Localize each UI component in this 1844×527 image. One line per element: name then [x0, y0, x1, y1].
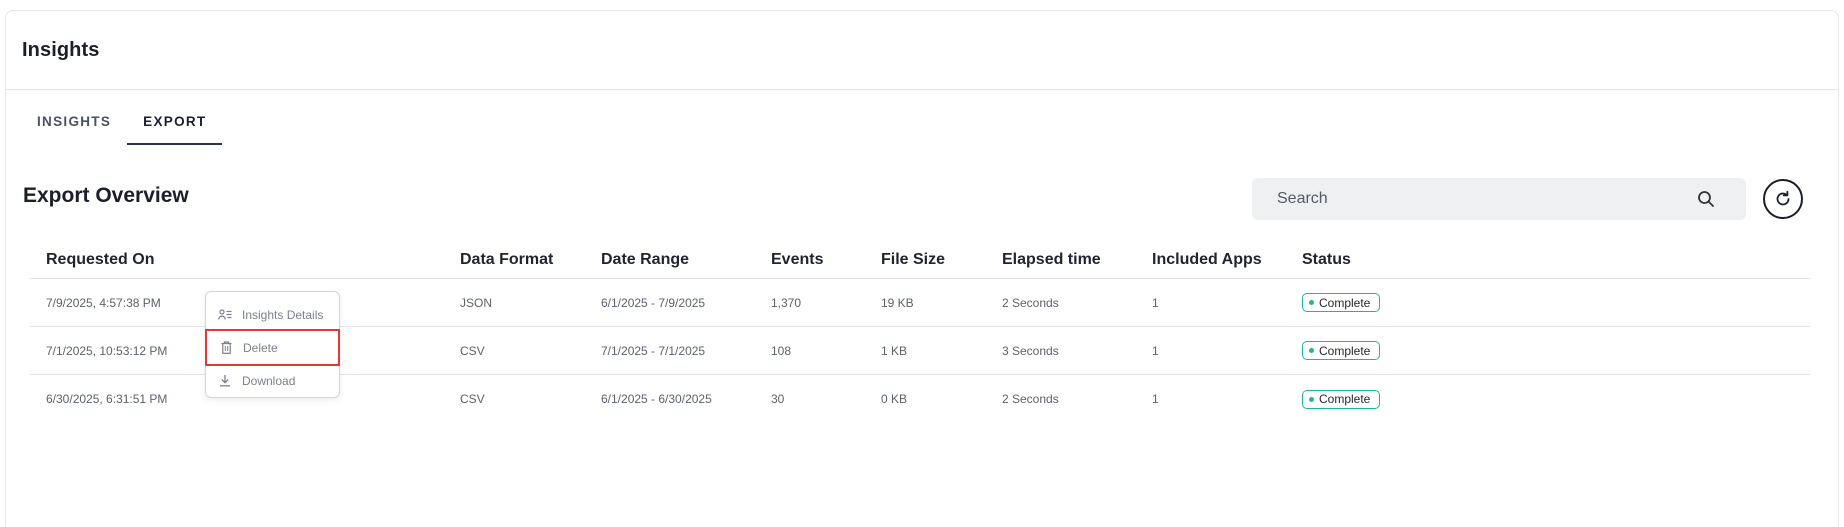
status-dot-icon: [1309, 300, 1314, 305]
menu-item-label: Download: [242, 373, 296, 388]
status-dot-icon: [1309, 396, 1314, 402]
cell-date-range: 6/1/2025 - 6/30/2025: [601, 392, 712, 406]
search-icon[interactable]: [1696, 189, 1716, 209]
row-context-menu: Insights Details Delete Download: [205, 291, 340, 398]
status-label: Complete: [1319, 343, 1371, 358]
col-data-format: Data Format: [460, 250, 554, 268]
col-included-apps: Included Apps: [1152, 250, 1262, 268]
col-requested-on: Requested On: [46, 250, 155, 268]
status-badge: Complete: [1302, 389, 1381, 409]
page-title: Insights: [22, 38, 100, 61]
cell-date-range: 7/1/2025 - 7/1/2025: [601, 343, 706, 358]
tab-insights[interactable]: INSIGHTS: [21, 100, 127, 145]
menu-item-delete[interactable]: Delete: [205, 329, 340, 366]
cell-data-format: CSV: [460, 343, 485, 358]
user-details-icon: [218, 308, 232, 322]
cell-included-apps: 1: [1152, 343, 1159, 358]
trash-icon: [219, 341, 233, 355]
menu-item-download[interactable]: Download: [206, 364, 339, 397]
col-date-range: Date Range: [601, 250, 690, 268]
cell-date-range: 6/1/2025 - 7/9/2025: [601, 295, 706, 310]
col-events: Events: [771, 250, 824, 268]
cell-file-size: 1 KB: [881, 343, 908, 358]
cell-included-apps: 1: [1152, 295, 1159, 310]
search-input[interactable]: [1252, 178, 1696, 220]
cell-status: Complete: [1302, 389, 1502, 409]
download-icon: [218, 374, 232, 388]
cell-data-format: CSV: [460, 392, 485, 406]
tab-bar: INSIGHTS EXPORT: [21, 100, 223, 145]
status-label: Complete: [1319, 392, 1371, 406]
cell-included-apps: 1: [1152, 392, 1159, 406]
cell-elapsed-time: 2 Seconds: [1002, 295, 1059, 310]
cell-data-format: JSON: [460, 295, 493, 310]
status-dot-icon: [1309, 348, 1314, 353]
refresh-button[interactable]: [1763, 179, 1803, 219]
cell-events: 1,370: [771, 295, 802, 310]
cell-elapsed-time: 3 Seconds: [1002, 343, 1059, 358]
menu-item-label: Delete: [243, 340, 278, 355]
tab-export[interactable]: EXPORT: [127, 100, 223, 145]
cell-status: Complete: [1302, 341, 1502, 360]
status-label: Complete: [1319, 295, 1371, 310]
cell-file-size: 0 KB: [881, 392, 908, 406]
table-header: Requested On Data Format Date Range Even…: [30, 241, 1810, 279]
cell-elapsed-time: 2 Seconds: [1002, 392, 1059, 406]
export-overview-title: Export Overview: [23, 184, 189, 207]
status-badge: Complete: [1302, 293, 1381, 312]
refresh-icon: [1773, 189, 1793, 209]
col-status: Status: [1302, 250, 1351, 268]
cell-status: Complete: [1302, 293, 1502, 312]
search-box: [1252, 178, 1746, 220]
status-badge: Complete: [1302, 341, 1381, 360]
menu-item-insights-details[interactable]: Insights Details: [206, 298, 339, 331]
cell-file-size: 19 KB: [881, 295, 914, 310]
card-header: Insights: [6, 11, 1838, 90]
col-elapsed-time: Elapsed time: [1002, 250, 1101, 268]
cell-events: 108: [771, 343, 792, 358]
col-file-size: File Size: [881, 250, 946, 268]
menu-item-label: Insights Details: [242, 307, 324, 322]
cell-events: 30: [771, 392, 785, 406]
